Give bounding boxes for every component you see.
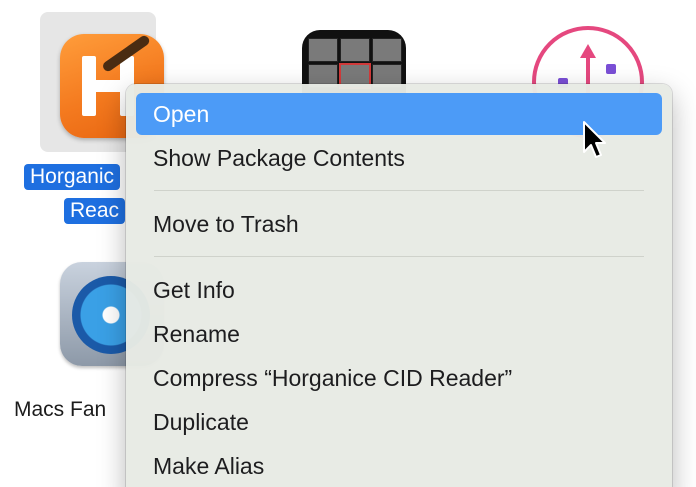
app-label-macs-fan[interactable]: Macs Fan [14,398,106,422]
desktop: Horganic Reac Macs Fan Open Show Package… [0,0,696,487]
menu-item-rename[interactable]: Rename [136,313,662,355]
app-label-line1[interactable]: Horganic [24,164,121,190]
menu-item-compress[interactable]: Compress “Horganice CID Reader” [136,357,662,399]
menu-item-make-alias[interactable]: Make Alias [136,445,662,487]
menu-item-duplicate[interactable]: Duplicate [136,401,662,443]
menu-item-move-to-trash[interactable]: Move to Trash [136,203,662,245]
photo-cell [340,38,370,62]
app-label-line2[interactable]: Reac [64,198,126,224]
menu-item-get-info[interactable]: Get Info [136,269,662,311]
mouse-pointer-icon [583,121,606,158]
photo-cell [372,38,402,62]
node-dot [606,64,616,74]
photo-cell [308,38,338,62]
menu-separator [154,256,644,257]
menu-separator [154,190,644,191]
